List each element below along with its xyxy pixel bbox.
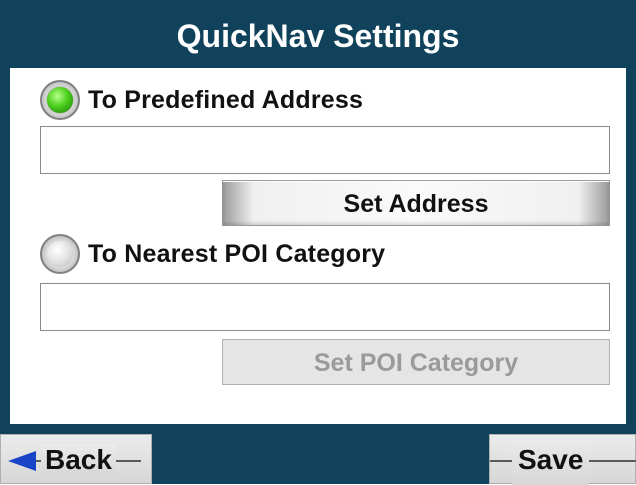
nearest-poi-category-label: To Nearest POI Category	[88, 239, 386, 268]
nearest-poi-category-option[interactable]: To Nearest POI Category	[40, 232, 385, 276]
radio-selected-icon	[47, 87, 73, 113]
predefined-address-radio[interactable]	[40, 80, 80, 120]
save-label: Save	[512, 435, 590, 485]
predefined-address-label: To Predefined Address	[88, 85, 364, 114]
radio-unselected-icon	[47, 241, 73, 267]
predefined-address-field[interactable]	[40, 126, 610, 174]
set-poi-category-button: Set POI Category	[222, 339, 610, 385]
set-address-button[interactable]: Set Address	[222, 180, 610, 226]
save-button[interactable]: Save	[489, 434, 636, 485]
back-label: Back	[41, 444, 116, 475]
poi-category-field[interactable]	[40, 283, 610, 331]
predefined-address-option[interactable]: To Predefined Address	[40, 78, 363, 122]
nearest-poi-category-radio[interactable]	[40, 234, 80, 274]
quicknav-window: QuickNav Settings To Predefined Address …	[0, 0, 636, 485]
page-title: QuickNav Settings	[176, 18, 460, 54]
left-arrow-icon	[8, 451, 36, 471]
back-button[interactable]: Back	[0, 434, 152, 484]
settings-panel: To Predefined Address Set Address To Nea…	[10, 68, 626, 424]
back-label-wrap: Back	[41, 435, 116, 485]
